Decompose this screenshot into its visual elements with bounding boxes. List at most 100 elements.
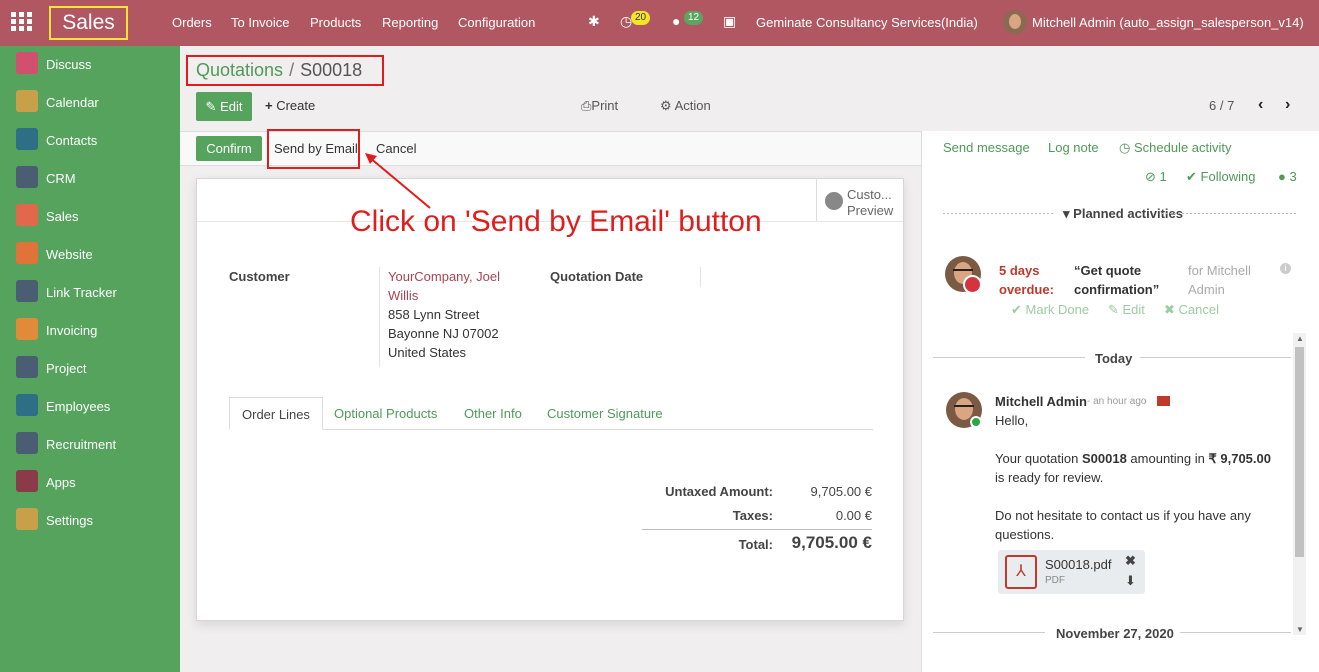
activity-count-badge: 20 [631,11,651,25]
project-icon [16,356,38,378]
sidebar-item-website[interactable]: Website [0,238,180,276]
menu-to-invoice[interactable]: To Invoice [231,15,290,30]
send-message-button[interactable]: Send message [943,140,1030,155]
chatter-scrollbar[interactable]: ▲ ▼ [1293,333,1306,635]
pager-value[interactable]: 6 / 7 [1209,98,1234,113]
menu-products[interactable]: Products [310,15,361,30]
activity-type-icon [963,275,982,294]
customer-link-2[interactable]: Willis [388,288,418,303]
user-icon: ● [1278,169,1286,184]
schedule-activity-button[interactable]: ◷ Schedule activity [1119,140,1232,156]
info-icon[interactable]: i [1280,263,1291,274]
menu-configuration[interactable]: Configuration [458,15,535,30]
user-menu[interactable]: Mitchell Admin (auto_assign_salesperson_… [1032,15,1304,30]
scrollbar-thumb[interactable] [1295,347,1304,557]
customer-preview-label-2: Preview [847,203,894,218]
paperclip-icon: ⊘ [1145,169,1156,184]
debug-bug-icon[interactable]: ✱ [588,13,600,30]
sidebar-item-link-tracker[interactable]: Link Tracker [0,276,180,314]
taxes-label: Taxes: [732,508,773,523]
followers-button[interactable]: ● 3 [1278,169,1297,184]
sidebar-item-contacts[interactable]: Contacts [0,124,180,162]
followers-count: 3 [1289,169,1297,184]
attachment-type: PDF [1045,575,1065,586]
sidebar-item-calendar[interactable]: Calendar [0,86,180,124]
divider [1140,357,1291,358]
pdf-icon: ⅄ [1005,555,1037,589]
confirm-button[interactable]: Confirm [196,136,262,161]
pencil-icon: ✎ [205,99,217,114]
app-switcher-icon[interactable] [11,12,33,32]
message-line-2: is ready for review. [995,470,1104,485]
messages-icon[interactable]: ● [672,13,680,29]
attachments-button[interactable]: ⊘ 1 [1145,169,1167,185]
settings-icon [16,508,38,530]
sidebar-item-label: Recruitment [46,437,117,452]
sidebar-item-discuss[interactable]: Discuss [0,48,180,86]
following-button[interactable]: ✔ Following [1186,169,1255,185]
activity-edit-label: Edit [1122,302,1145,317]
sidebar-item-invoicing[interactable]: Invoicing [0,314,180,352]
gear-icon: ⚙ [660,98,672,113]
edit-label: Edit [220,99,243,114]
menu-reporting[interactable]: Reporting [382,15,438,30]
scroll-up-icon[interactable]: ▲ [1296,334,1304,343]
activity-overdue: 5 days [999,263,1040,278]
print-button[interactable]: ⎙Print [581,98,618,114]
sidebar-item-label: Contacts [46,133,98,148]
activity-cancel-label: Cancel [1178,302,1219,317]
remove-attachment-icon[interactable]: ✖ [1125,553,1136,569]
sidebar-item-settings[interactable]: Settings [0,504,180,542]
sidebar-item-recruitment[interactable]: Recruitment [0,428,180,466]
activity-overdue-2: overdue: [999,282,1054,297]
sidebar-item-apps[interactable]: Apps [0,466,180,504]
sidebar-item-crm[interactable]: CRM [0,162,180,200]
message-author[interactable]: Mitchell Admin [995,394,1087,409]
edit-button[interactable]: ✎ Edit [196,92,252,121]
tab-optional-products[interactable]: Optional Products [334,397,437,430]
message-ref: S00018 [1081,451,1127,466]
message-amount: ₹ 9,705.00 [1208,451,1271,466]
attachment-card[interactable]: ⅄ S00018.pdf PDF ✖ ⬇ [998,550,1145,594]
pager-previous-icon[interactable]: ‹ [1258,96,1263,114]
activity-cancel-button[interactable]: ✖ Cancel [1164,302,1219,318]
activity-assignee: for Mitchell [1188,263,1251,278]
customer-link[interactable]: YourCompany, Joel [388,269,500,284]
menu-orders[interactable]: Orders [172,15,212,30]
action-label: Action [674,98,711,113]
company-switcher[interactable]: Geminate Consultancy Services(India) [756,15,978,30]
create-button[interactable]: + Create [265,98,315,113]
tab-customer-signature[interactable]: Customer Signature [547,397,663,430]
tab-other-info[interactable]: Other Info [464,397,522,430]
download-icon[interactable]: ⬇ [1125,573,1136,589]
annotation-highlight-send-email [267,129,360,169]
mark-done-button[interactable]: ✔ Mark Done [1011,302,1089,318]
sidebar-item-employees[interactable]: Employees [0,390,180,428]
sidebar-item-label: Settings [46,513,93,528]
tab-order-lines[interactable]: Order Lines [229,397,323,430]
action-button[interactable]: ⚙ Action [660,98,711,114]
sidebar-item-project[interactable]: Project [0,352,180,390]
user-avatar[interactable] [1003,10,1027,34]
app-brand[interactable]: Sales [49,6,128,40]
website-icon [16,242,38,264]
gift-icon[interactable]: ▣ [723,13,736,30]
printer-icon: ⎙ [581,98,592,113]
activity-edit-button[interactable]: ✎ Edit [1108,302,1145,318]
sidebar-item-label: Apps [46,475,76,490]
sidebar-item-sales[interactable]: Sales [0,200,180,238]
clock-icon: ◷ [1119,140,1131,155]
pager-next-icon[interactable]: › [1285,96,1290,114]
planned-activities-toggle[interactable]: ▾ Planned activities [1063,206,1183,222]
sidebar-item-label: Link Tracker [46,285,117,300]
scroll-down-icon[interactable]: ▼ [1296,625,1304,634]
customer-preview-label: Custo... [847,187,892,202]
sidebar-item-label: Website [46,247,93,262]
apps-icon [16,470,38,492]
log-note-button[interactable]: Log note [1048,140,1099,155]
annotation-highlight-breadcrumb [186,55,384,86]
customer-preview-button[interactable]: Custo... Preview [816,179,903,221]
plus-icon: + [265,98,273,113]
divider [933,357,1085,358]
message-line-1: Your quotation S00018 amounting in ₹ 9,7… [995,451,1271,467]
